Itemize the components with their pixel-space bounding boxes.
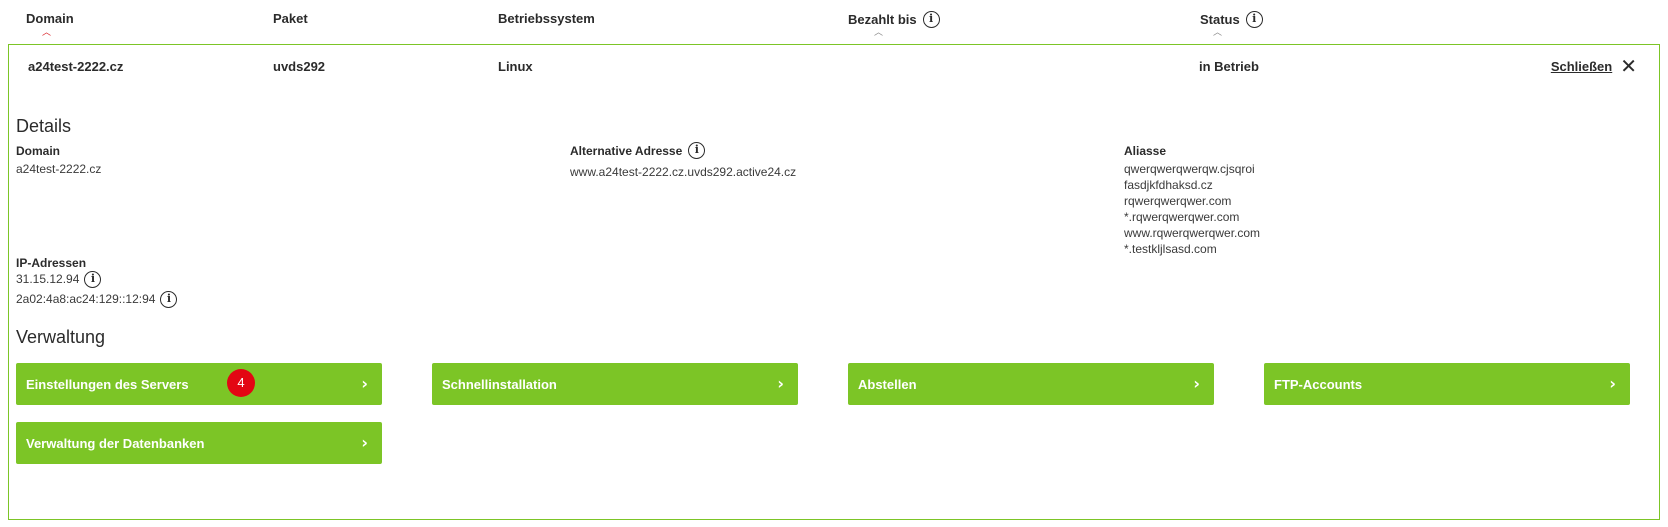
info-circle-icon[interactable]: i bbox=[160, 290, 178, 308]
aliases-label-text: Aliasse bbox=[1124, 144, 1167, 158]
close-button[interactable]: Schließen ✕ bbox=[1550, 54, 1637, 78]
disable-button[interactable]: Abstellen › bbox=[848, 363, 1214, 405]
button-label: Einstellungen des Servers bbox=[26, 376, 189, 392]
alternative-address-label-text: Alternative Adresse bbox=[570, 143, 683, 158]
info-circle-icon[interactable]: i bbox=[1245, 11, 1263, 28]
sort-arrow-up-icon[interactable]: ︿ bbox=[874, 27, 883, 37]
management-title: Verwaltung bbox=[16, 327, 106, 347]
alternative-address-label: Alternative Adresse i bbox=[570, 142, 706, 159]
button-label: Verwaltung der Datenbanken bbox=[26, 435, 205, 451]
chevron-right-icon: › bbox=[1609, 374, 1616, 393]
details-title: Details bbox=[16, 116, 72, 136]
column-label: Domain bbox=[26, 11, 74, 26]
close-label: Schließen bbox=[1550, 58, 1613, 74]
chevron-right-icon: › bbox=[1193, 374, 1200, 393]
ip-value: 2a02:4a8:ac24:129::12:94 bbox=[16, 292, 156, 306]
column-header-betriebssystem[interactable]: Betriebssystem bbox=[498, 11, 595, 26]
alias-item: *.rqwerqwerqwer.com bbox=[1124, 210, 1240, 224]
column-header-bezahlt-bis[interactable]: Bezahlt bis i bbox=[848, 11, 940, 28]
server-settings-button[interactable]: Einstellungen des Servers 4 › bbox=[16, 363, 382, 405]
alias-item: fasdjkfdhaksd.cz bbox=[1124, 178, 1213, 192]
column-header-status[interactable]: Status i bbox=[1200, 11, 1263, 28]
alias-item: www.rqwerqwerqwer.com bbox=[1124, 226, 1261, 240]
chevron-right-icon: › bbox=[777, 374, 784, 393]
button-label: FTP-Accounts bbox=[1274, 376, 1363, 392]
row-paket: uvds292 bbox=[273, 59, 326, 74]
ip-addresses-label: IP-Adressen bbox=[16, 256, 86, 270]
domain-value: a24test-2222.cz bbox=[16, 162, 102, 176]
domain-label: Domain bbox=[16, 144, 60, 158]
button-label: Abstellen bbox=[858, 376, 917, 392]
button-label: Schnellinstallation bbox=[442, 376, 557, 392]
domain-label-text: Domain bbox=[16, 144, 61, 158]
info-circle-icon[interactable]: i bbox=[688, 142, 706, 159]
ftp-accounts-button[interactable]: FTP-Accounts › bbox=[1264, 363, 1630, 405]
aliases-list: qwerqwerqwerqw.cjsqroi fasdjkfdhaksd.cz … bbox=[1124, 161, 1260, 257]
column-label: Bezahlt bis bbox=[848, 12, 917, 27]
ip-addresses-label-text: IP-Adressen bbox=[16, 256, 87, 270]
alias-item: *.testkljlsasd.com bbox=[1124, 242, 1217, 256]
alias-item: qwerqwerqwerqw.cjsqroi bbox=[1124, 162, 1255, 176]
close-icon: ✕ bbox=[1620, 54, 1637, 78]
ip-value: 31.15.12.94 bbox=[16, 272, 80, 286]
row-os: Linux bbox=[498, 59, 533, 74]
quick-install-button[interactable]: Schnellinstallation › bbox=[432, 363, 798, 405]
sort-arrow-up-icon[interactable]: ︿ bbox=[1213, 27, 1222, 37]
info-circle-icon[interactable]: i bbox=[922, 11, 940, 28]
database-management-button[interactable]: Verwaltung der Datenbanken › bbox=[16, 422, 382, 464]
info-circle-icon[interactable]: i bbox=[84, 270, 102, 288]
sort-arrow-up-icon[interactable]: ︿ bbox=[42, 27, 51, 37]
aliases-label: Aliasse bbox=[1124, 144, 1166, 158]
ip-item: 31.15.12.94 i bbox=[16, 269, 177, 289]
ip-item: 2a02:4a8:ac24:129::12:94 i bbox=[16, 289, 178, 309]
row-status: in Betrieb bbox=[1199, 59, 1259, 74]
column-header-paket[interactable]: Paket bbox=[273, 11, 308, 26]
column-label: Paket bbox=[273, 11, 308, 26]
alternative-address-value: www.a24test-2222.cz.uvds292.active24.cz bbox=[570, 165, 797, 179]
column-label: Status bbox=[1200, 12, 1240, 27]
ip-addresses-list: 31.15.12.94 i 2a02:4a8:ac24:129::12:94 i bbox=[16, 269, 178, 309]
alias-item: rqwerqwerqwer.com bbox=[1124, 194, 1232, 208]
chevron-right-icon: › bbox=[361, 374, 368, 393]
column-label: Betriebssystem bbox=[498, 11, 595, 26]
chevron-right-icon: › bbox=[361, 433, 368, 452]
row-domain: a24test-2222.cz bbox=[28, 59, 124, 74]
notification-badge: 4 bbox=[227, 369, 255, 397]
expanded-row-panel: a24test-2222.cz uvds292 Linux in Betrieb… bbox=[8, 44, 1660, 520]
column-header-domain[interactable]: Domain bbox=[26, 11, 74, 26]
table-header: Domain ︿ Paket Betriebssystem Bezahlt bi… bbox=[0, 0, 1668, 44]
